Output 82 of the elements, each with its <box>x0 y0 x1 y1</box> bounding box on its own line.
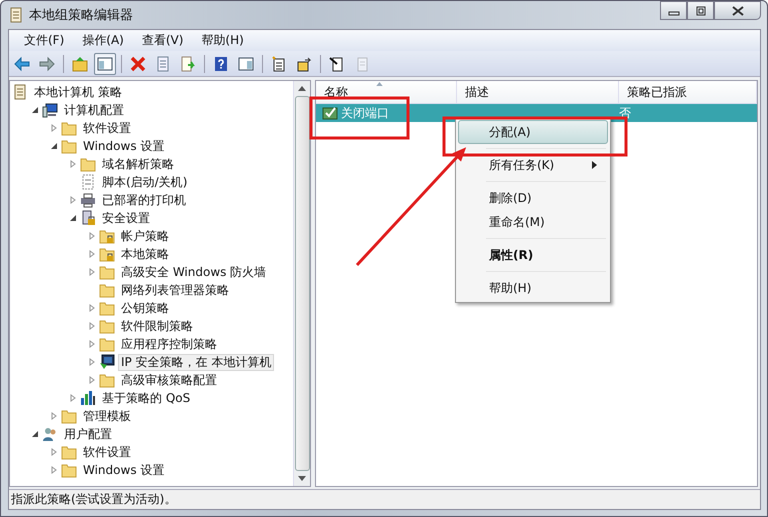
folder-icon <box>99 336 115 352</box>
column-header[interactable]: 描述 <box>457 81 619 103</box>
tree-item[interactable]: 计算机配置 <box>61 102 127 118</box>
menu-item[interactable]: 帮助(H) <box>192 32 253 49</box>
forward-arrow-icon <box>39 56 55 72</box>
window-title: 本地组策略编辑器 <box>29 7 133 24</box>
scrollbar[interactable] <box>293 81 310 486</box>
notepad-icon <box>9 7 23 23</box>
assign-policy-icon <box>296 56 312 72</box>
tree-item[interactable]: 帐户策略 <box>118 228 172 244</box>
folder-icon <box>99 282 115 298</box>
tree-item[interactable]: 高级审核策略配置 <box>118 372 220 388</box>
maximize-icon <box>694 6 706 16</box>
new-document-icon <box>271 56 287 72</box>
computer-lock-icon <box>80 210 96 226</box>
computer-icon <box>42 102 58 118</box>
properties-icon <box>155 56 171 72</box>
folder-lock-icon <box>99 246 115 262</box>
menu-item[interactable]: 文件(F) <box>15 32 74 49</box>
delete-x-icon <box>130 56 146 72</box>
folder-icon <box>99 318 115 334</box>
tree-item[interactable]: 网络列表管理器策略 <box>118 282 232 298</box>
menu-item[interactable]: 分配(A) <box>458 120 608 144</box>
folder-icon <box>61 138 77 154</box>
document-icon <box>12 84 28 100</box>
status-bar: 指派此策略(尝试设置为活动)。 <box>9 489 760 509</box>
close-button[interactable] <box>714 1 761 20</box>
folder-up-icon <box>72 56 88 72</box>
users-icon <box>42 426 58 442</box>
printer-icon <box>80 192 96 208</box>
maximize-button[interactable] <box>687 1 714 20</box>
folder-icon <box>61 120 77 136</box>
policy-check-icon <box>322 105 338 121</box>
menu-item[interactable]: 查看(V) <box>132 32 192 49</box>
console-tree-button[interactable] <box>94 52 116 74</box>
menu-item[interactable]: 所有任务(K) <box>458 153 608 177</box>
tree-item[interactable]: 脚本(启动/关机) <box>99 174 190 190</box>
folder-icon <box>99 300 115 316</box>
tree-item[interactable]: 软件限制策略 <box>118 318 196 334</box>
tree-item[interactable]: Windows 设置 <box>80 138 168 154</box>
tree-item[interactable]: 本地策略 <box>118 246 172 262</box>
tree-item[interactable]: Windows 设置 <box>80 462 168 478</box>
menu-item[interactable]: 删除(D) <box>458 186 608 210</box>
tree-item[interactable]: 应用程序控制策略 <box>118 336 220 352</box>
help-icon <box>213 56 229 72</box>
submenu-arrow-icon <box>592 161 597 169</box>
menu-item[interactable]: 属性(R) <box>458 243 608 267</box>
console-tree-icon <box>97 56 113 72</box>
close-icon <box>730 6 744 16</box>
menu-item[interactable]: 操作(A) <box>73 32 133 49</box>
export-list-icon <box>180 56 196 72</box>
folder-icon <box>61 462 77 478</box>
tree-item[interactable]: 公钥策略 <box>118 300 172 316</box>
tree-item[interactable]: 管理模板 <box>80 408 134 424</box>
tree-item[interactable]: 域名解析策略 <box>99 156 177 172</box>
scroll-down-icon[interactable] <box>298 476 306 481</box>
action-pane-icon <box>238 56 254 72</box>
folder-lock-icon <box>99 228 115 244</box>
minimize-button[interactable] <box>660 1 687 20</box>
tree-item[interactable]: 用户配置 <box>61 426 115 442</box>
tree-item[interactable]: 软件设置 <box>80 444 134 460</box>
tree-item[interactable]: 软件设置 <box>80 120 134 136</box>
tree-item[interactable]: 已部署的打印机 <box>99 192 189 208</box>
folder-icon <box>99 372 115 388</box>
folder-icon <box>61 444 77 460</box>
folder-icon <box>80 156 96 172</box>
menu-item[interactable]: 帮助(H) <box>458 276 608 300</box>
script-icon <box>80 174 96 190</box>
bar-chart-icon <box>80 390 96 406</box>
back-arrow-icon <box>14 56 30 72</box>
tree-item[interactable]: 高级安全 Windows 防火墙 <box>118 264 270 280</box>
switch-icon <box>329 56 345 72</box>
scroll-up-icon[interactable] <box>298 86 306 91</box>
column-header[interactable]: 策略已指派 <box>619 81 757 103</box>
tree-item[interactable]: 基于策略的 QoS <box>99 390 194 406</box>
table-cell-text: 关闭端口 <box>340 104 390 122</box>
tree-item[interactable]: 安全设置 <box>99 210 153 226</box>
tree-item[interactable]: IP 安全策略，在 本地计算机 <box>118 354 274 370</box>
tree-item[interactable]: 本地计算机 策略 <box>31 84 125 100</box>
folder-icon <box>99 264 115 280</box>
menu-item[interactable]: 重命名(M) <box>458 210 608 234</box>
folder-icon <box>61 408 77 424</box>
